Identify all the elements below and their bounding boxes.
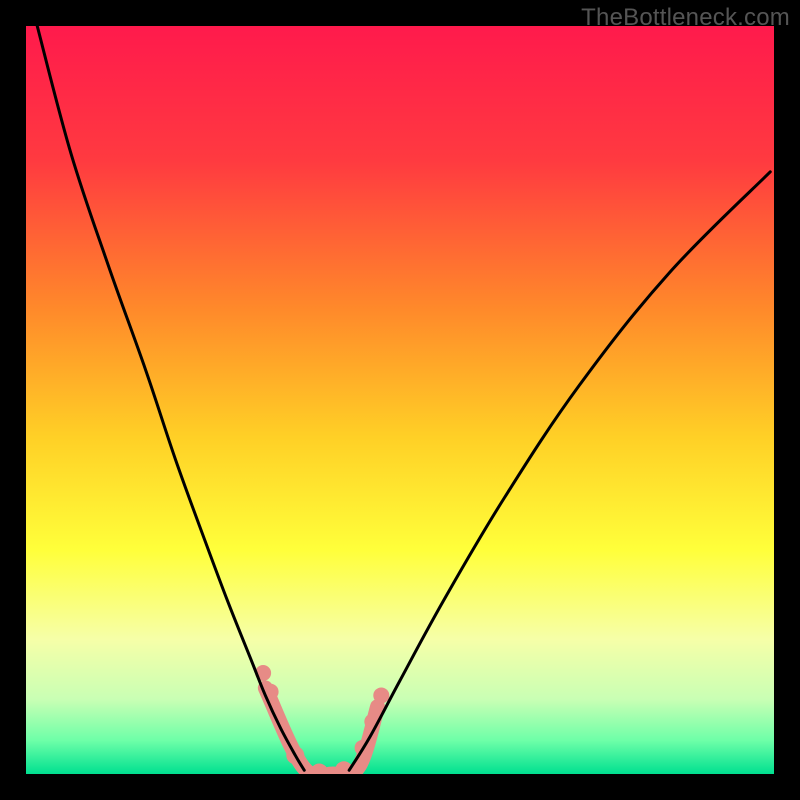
watermark-text: TheBottleneck.com: [581, 4, 790, 32]
chart-svg: [26, 26, 774, 774]
bead-marker: [373, 687, 389, 703]
chart-frame: TheBottleneck.com: [0, 0, 800, 800]
gradient-background: [26, 26, 774, 774]
plot-area: [26, 26, 774, 774]
